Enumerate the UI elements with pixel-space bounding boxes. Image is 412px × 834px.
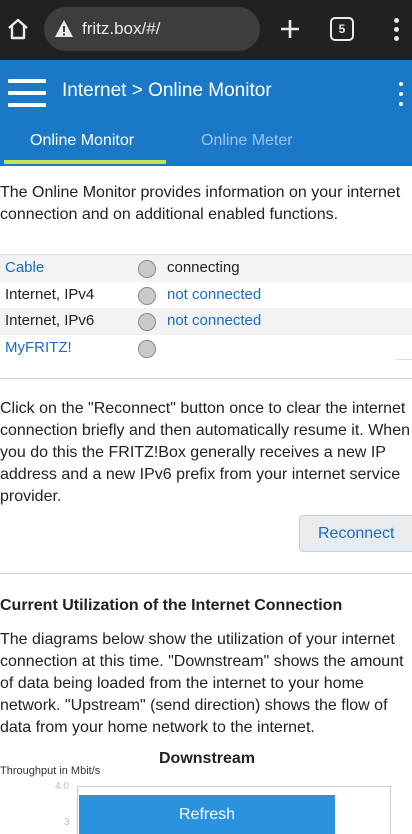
status-led-icon [138, 313, 156, 331]
page-title: Internet > Online Monitor [62, 80, 272, 101]
utilization-description: The diagrams below show the utilization … [0, 631, 404, 736]
tab-online-monitor[interactable]: Online Monitor [30, 132, 134, 150]
divider [0, 378, 412, 379]
status-row-ipv4: Internet, IPv4 not connected [0, 281, 412, 308]
status-led-icon [138, 339, 156, 358]
y-tick-label: 3 [64, 817, 70, 828]
status-text: connecting [167, 259, 240, 276]
intro-text: The Online Monitor provides information … [0, 184, 401, 223]
status-link[interactable]: not connected [167, 286, 261, 303]
table-border [396, 359, 412, 360]
url-text[interactable]: fritz.box/#/ [82, 19, 160, 39]
active-tab-indicator [4, 160, 166, 164]
y-tick-label: 4.0 [55, 781, 69, 792]
status-table: Cable connecting Internet, IPv4 not conn… [0, 254, 412, 361]
tab-online-meter[interactable]: Online Meter [201, 132, 293, 150]
status-row-cable: Cable connecting [0, 255, 412, 282]
status-row-myfritz: MyFRITZ! [0, 334, 412, 361]
browser-menu-icon[interactable] [386, 14, 406, 44]
divider [0, 573, 412, 574]
cable-link[interactable]: Cable [5, 259, 44, 276]
refresh-button[interactable]: Refresh [79, 795, 335, 834]
hamburger-menu-icon[interactable] [8, 79, 46, 107]
overflow-menu-icon[interactable] [395, 82, 407, 106]
status-name: Internet, IPv6 [5, 312, 95, 329]
new-tab-icon[interactable] [276, 14, 304, 44]
chart-title: Downstream [159, 750, 256, 767]
status-led-icon [138, 260, 156, 278]
status-name: Internet, IPv4 [5, 285, 95, 303]
reconnect-button[interactable]: Reconnect [299, 515, 412, 552]
section-heading: Current Utilization of the Internet Conn… [0, 597, 343, 614]
warning-icon[interactable] [54, 19, 74, 39]
chart-y-axis-label: Throughput in Mbit/s [0, 765, 101, 777]
status-led-icon [138, 286, 156, 305]
myfritz-link[interactable]: MyFRITZ! [5, 339, 72, 356]
app-header [0, 60, 412, 166]
home-icon[interactable] [4, 14, 32, 44]
status-row-ipv6: Internet, IPv6 not connected [0, 308, 412, 335]
status-link[interactable]: not connected [167, 312, 261, 329]
reconnect-description: Click on the "Reconnect" button once to … [0, 400, 410, 505]
tab-switcher-button[interactable]: 5 [330, 17, 354, 41]
address-bar[interactable]: fritz.box/#/ [44, 7, 260, 51]
